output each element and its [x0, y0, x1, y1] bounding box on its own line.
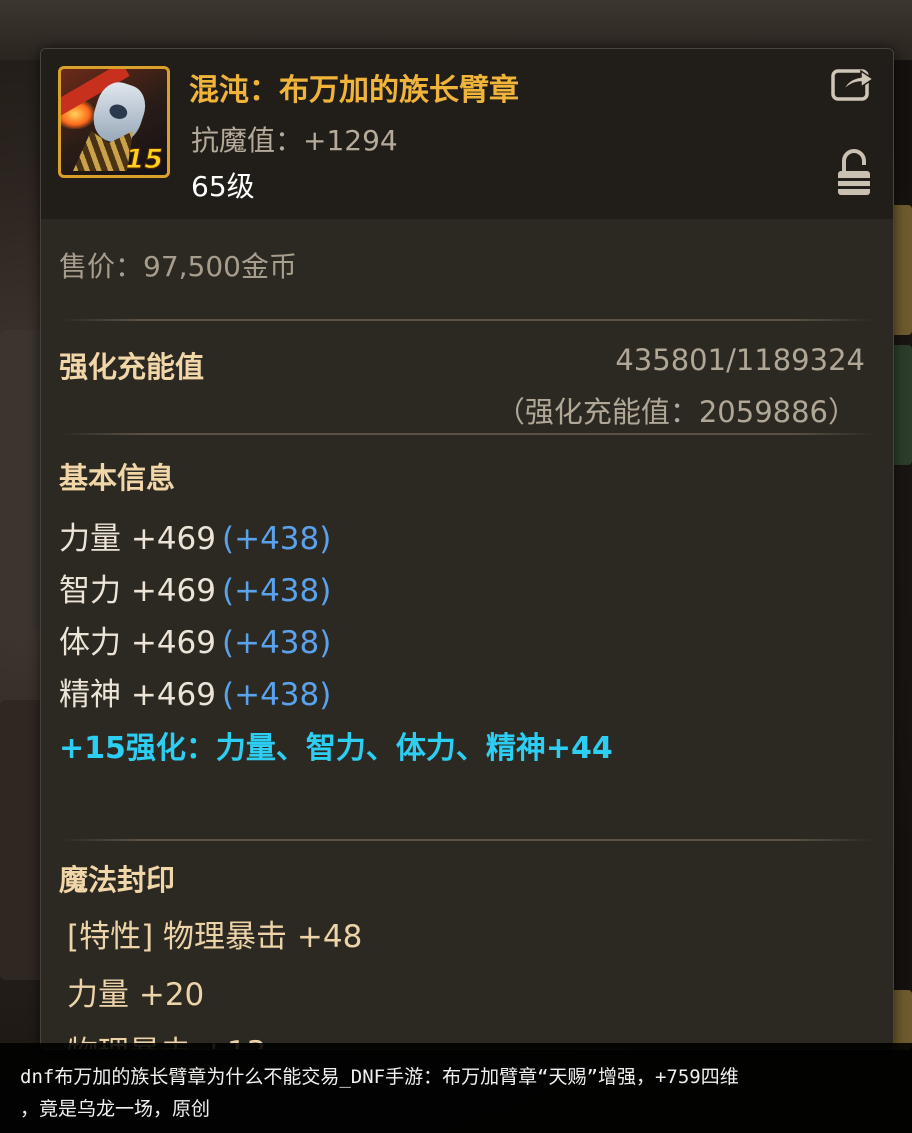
- attr-spirit: 精神 +469 (+438): [59, 677, 332, 713]
- magic-seal-title: 魔法封印: [59, 863, 176, 897]
- charge-total: （强化充能值：2059886）: [495, 395, 857, 429]
- lock-icon[interactable]: [836, 149, 872, 197]
- divider: [59, 839, 875, 841]
- seal-line: [特性] 物理暴击 +48: [67, 919, 363, 955]
- item-level: 65级: [191, 170, 255, 203]
- charge-value: 435801/1189324: [615, 343, 865, 377]
- item-icon: 15: [58, 66, 170, 178]
- enhance-bonus: +15强化：力量、智力、体力、精神+44: [59, 731, 613, 766]
- seal-line: 力量 +20: [67, 977, 205, 1013]
- caption-bar: dnf布万加的族长臂章为什么不能交易_DNF手游：布万加臂章“天赐”增强，+75…: [0, 1043, 912, 1133]
- basic-info-title: 基本信息: [59, 461, 176, 495]
- attr-vitality: 体力 +469 (+438): [59, 625, 332, 661]
- sell-price: 售价：97,500金币: [59, 250, 297, 283]
- icon-enhance-level: 15: [125, 144, 164, 176]
- item-tooltip: 15 混沌：布万加的族长臂章 抗魔值：+1294 65级 售价：97,500金币…: [40, 48, 894, 1050]
- item-name: 混沌：布万加的族长臂章: [189, 73, 519, 108]
- divider: [59, 319, 875, 321]
- caption-text: dnf布万加的族长臂章为什么不能交易_DNF手游：布万加臂章“天赐”增强，+75…: [20, 1066, 739, 1120]
- share-icon[interactable]: [831, 65, 875, 103]
- attr-intelligence: 智力 +469 (+438): [59, 573, 332, 609]
- divider: [59, 433, 875, 435]
- magic-resist-stat: 抗魔值：+1294: [191, 124, 398, 157]
- charge-title: 强化充能值: [59, 350, 205, 384]
- attr-strength: 力量 +469 (+438): [59, 521, 332, 557]
